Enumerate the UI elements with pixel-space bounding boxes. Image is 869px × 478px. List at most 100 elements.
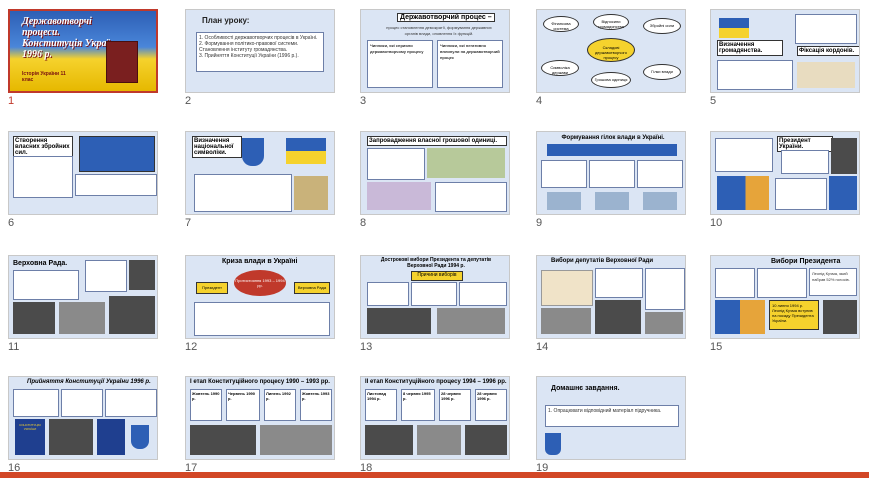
slide-3-title: Державотворчий процес – <box>397 13 495 22</box>
slide-17-title: І етап Конституційного процесу 1990 – 19… <box>190 379 330 385</box>
slide-thumbnail-15[interactable]: Вибори Президента Леонід Кучма, який наб… <box>710 255 860 355</box>
map-image <box>541 270 593 306</box>
text-box <box>61 389 103 417</box>
slide-number: 13 <box>360 341 373 353</box>
slide-number: 1 <box>8 95 15 107</box>
slide-15-preview: Вибори Президента Леонід Кучма, який наб… <box>710 255 860 339</box>
slide-6-preview: Створення власних збройних сил. <box>8 131 158 215</box>
homework-item: 1. Опрацювати відповідний матеріал підру… <box>548 408 662 414</box>
slide-thumbnail-2[interactable]: План уроку: 1. Особливості державотворчи… <box>185 9 335 109</box>
confrontation-oval: Протистояння 1993 – 1994 рр. <box>234 270 286 296</box>
stage-box: 28 червня 1996 р. <box>439 389 471 421</box>
map-image <box>797 62 855 88</box>
stage-box: Жовтень 1993 р. <box>300 389 332 421</box>
slide-12-preview: Криза влади в Україні Президент Протисто… <box>185 255 335 339</box>
text-box <box>757 268 807 298</box>
session-photo <box>465 425 507 455</box>
text-box <box>411 282 457 306</box>
plan-item: 2. Формування політико-правової системи.… <box>199 41 299 53</box>
ukraine-flag <box>719 18 749 38</box>
parliament-photo <box>59 302 105 334</box>
slide-16-title: Прийняття Конституції України 1996 р. <box>27 379 151 385</box>
text-box <box>367 148 425 180</box>
slide-number: 9 <box>536 217 543 229</box>
parliament-photo <box>109 296 155 334</box>
election-map <box>715 300 765 334</box>
slide-15-title: Вибори Президента <box>771 258 841 265</box>
slide-number: 7 <box>185 217 192 229</box>
slide-thumbnail-8[interactable]: Запровадження власної грошової одиниці. … <box>360 131 510 231</box>
slide-8-preview: Запровадження власної грошової одиниці. <box>360 131 510 215</box>
banknotes-image <box>427 148 505 178</box>
branch-box <box>637 160 683 188</box>
banner <box>547 144 677 156</box>
slide-thumbnail-14[interactable]: Вибори депутатів Верховної Ради 14 <box>536 255 686 355</box>
slide-thumbnail-1[interactable]: Державотворчі процеси. Конституція Украї… <box>8 9 158 109</box>
plan-item: 3. Прийняття Конституції України (1996 р… <box>199 53 299 59</box>
slide-number: 14 <box>536 341 549 353</box>
slide-3-definition: процес становлення демократії, формуванн… <box>386 25 492 36</box>
text-box <box>645 268 685 310</box>
president-label: Президент <box>196 282 228 294</box>
text-box <box>715 268 755 298</box>
slide-number: 10 <box>710 217 723 229</box>
caption-box <box>829 176 857 210</box>
session-photo <box>190 425 256 455</box>
slide-number: 15 <box>710 341 723 353</box>
slide-6-title: Створення власних збройних сил. <box>13 136 73 158</box>
slide-2-preview: План уроку: 1. Особливості державотворчи… <box>185 9 335 93</box>
slide-thumbnail-5[interactable]: Визначення громадянства. Фіксація кордон… <box>710 9 860 109</box>
portrait-image <box>129 260 155 290</box>
slide-thumbnail-10[interactable]: Президент України. 10 <box>710 131 860 231</box>
slide-thumbnail-13[interactable]: Дострокові вибори Президента та депутаті… <box>360 255 510 355</box>
slide-1-subtitle: Історія України 11 клас <box>22 71 66 83</box>
portrait-image <box>823 300 857 334</box>
slide-5-right: Фіксація кордонів. <box>797 46 859 56</box>
slide-thumbnail-11[interactable]: Верховна Рада. 11 <box>8 255 158 355</box>
status-bar <box>0 472 869 478</box>
slide-4-preview: Складові державотворчого процесу Фінансо… <box>536 9 686 93</box>
slide-thumbnail-6[interactable]: Створення власних збройних сил. 6 <box>8 131 158 231</box>
text-box <box>715 138 773 172</box>
slide-8-title: Запровадження власної грошової одиниці. <box>367 136 507 146</box>
slide-12-title: Криза влади в Україні <box>222 258 298 265</box>
session-photo <box>49 419 93 455</box>
slide-thumbnail-7[interactable]: Визначення національної символіки. 7 <box>185 131 335 231</box>
constitution-book <box>97 419 125 455</box>
slide-thumbnail-9[interactable]: Формування гілок влади в Україні. 9 <box>536 131 686 231</box>
stage-box: Жовтень 1990 р. <box>190 389 222 421</box>
text-box <box>795 14 857 44</box>
slide-number: 4 <box>536 95 543 107</box>
slide-7-title: Визначення національної символіки. <box>192 136 242 158</box>
plan-list: 1. Особливості державотворчих процесів в… <box>196 32 324 72</box>
slide-thumbnail-16[interactable]: Прийняття Конституції України 1996 р. КО… <box>8 376 158 476</box>
slide-1-preview: Державотворчі процеси. Конституція Украї… <box>8 9 158 93</box>
slide-thumbnail-17[interactable]: І етап Конституційного процесу 1990 – 19… <box>185 376 335 476</box>
slide-16-preview: Прийняття Конституції України 1996 р. КО… <box>8 376 158 460</box>
slide-9-preview: Формування гілок влади в Україні. <box>536 131 686 215</box>
slide-thumbnail-19[interactable]: Домашнє завдання. 1. Опрацювати відповід… <box>536 376 686 476</box>
slide-thumbnail-3[interactable]: Державотворчий процес – процес становлен… <box>360 9 510 109</box>
slide-thumbnail-4[interactable]: Складові державотворчого процесу Фінансо… <box>536 9 686 109</box>
slide-thumbnail-18[interactable]: ІІ етап Конституційного процесу 1994 – 1… <box>360 376 510 476</box>
slide-13-title: Дострокові вибори Президента та депутаті… <box>380 257 492 269</box>
slide-number: 2 <box>185 95 192 107</box>
node-ellipse: Збройні сили <box>643 18 681 34</box>
slide-14-preview: Вибори депутатів Верховної Ради <box>536 255 686 339</box>
slide-thumbnail-12[interactable]: Криза влади в Україні Президент Протисто… <box>185 255 335 355</box>
ukraine-flag <box>286 138 326 164</box>
banknotes-image <box>367 182 431 210</box>
slide-10-preview: Президент України. <box>710 131 860 215</box>
election-photo <box>367 308 431 334</box>
slide-number: 5 <box>710 95 717 107</box>
building-image <box>643 192 677 210</box>
branch-box <box>541 160 587 188</box>
text-box <box>595 268 643 298</box>
slide-14-title: Вибори депутатів Верховної Ради <box>551 258 654 264</box>
slide-11-title: Верховна Рада. <box>13 260 68 267</box>
kuchma-note: Леонід Кучма, який набрав 52% голосів. <box>809 268 857 296</box>
slide-18-title: ІІ етап Конституційного процесу 1994 – 1… <box>365 379 507 385</box>
building-image <box>645 312 683 334</box>
text-box <box>194 174 292 212</box>
building-image <box>547 192 581 210</box>
